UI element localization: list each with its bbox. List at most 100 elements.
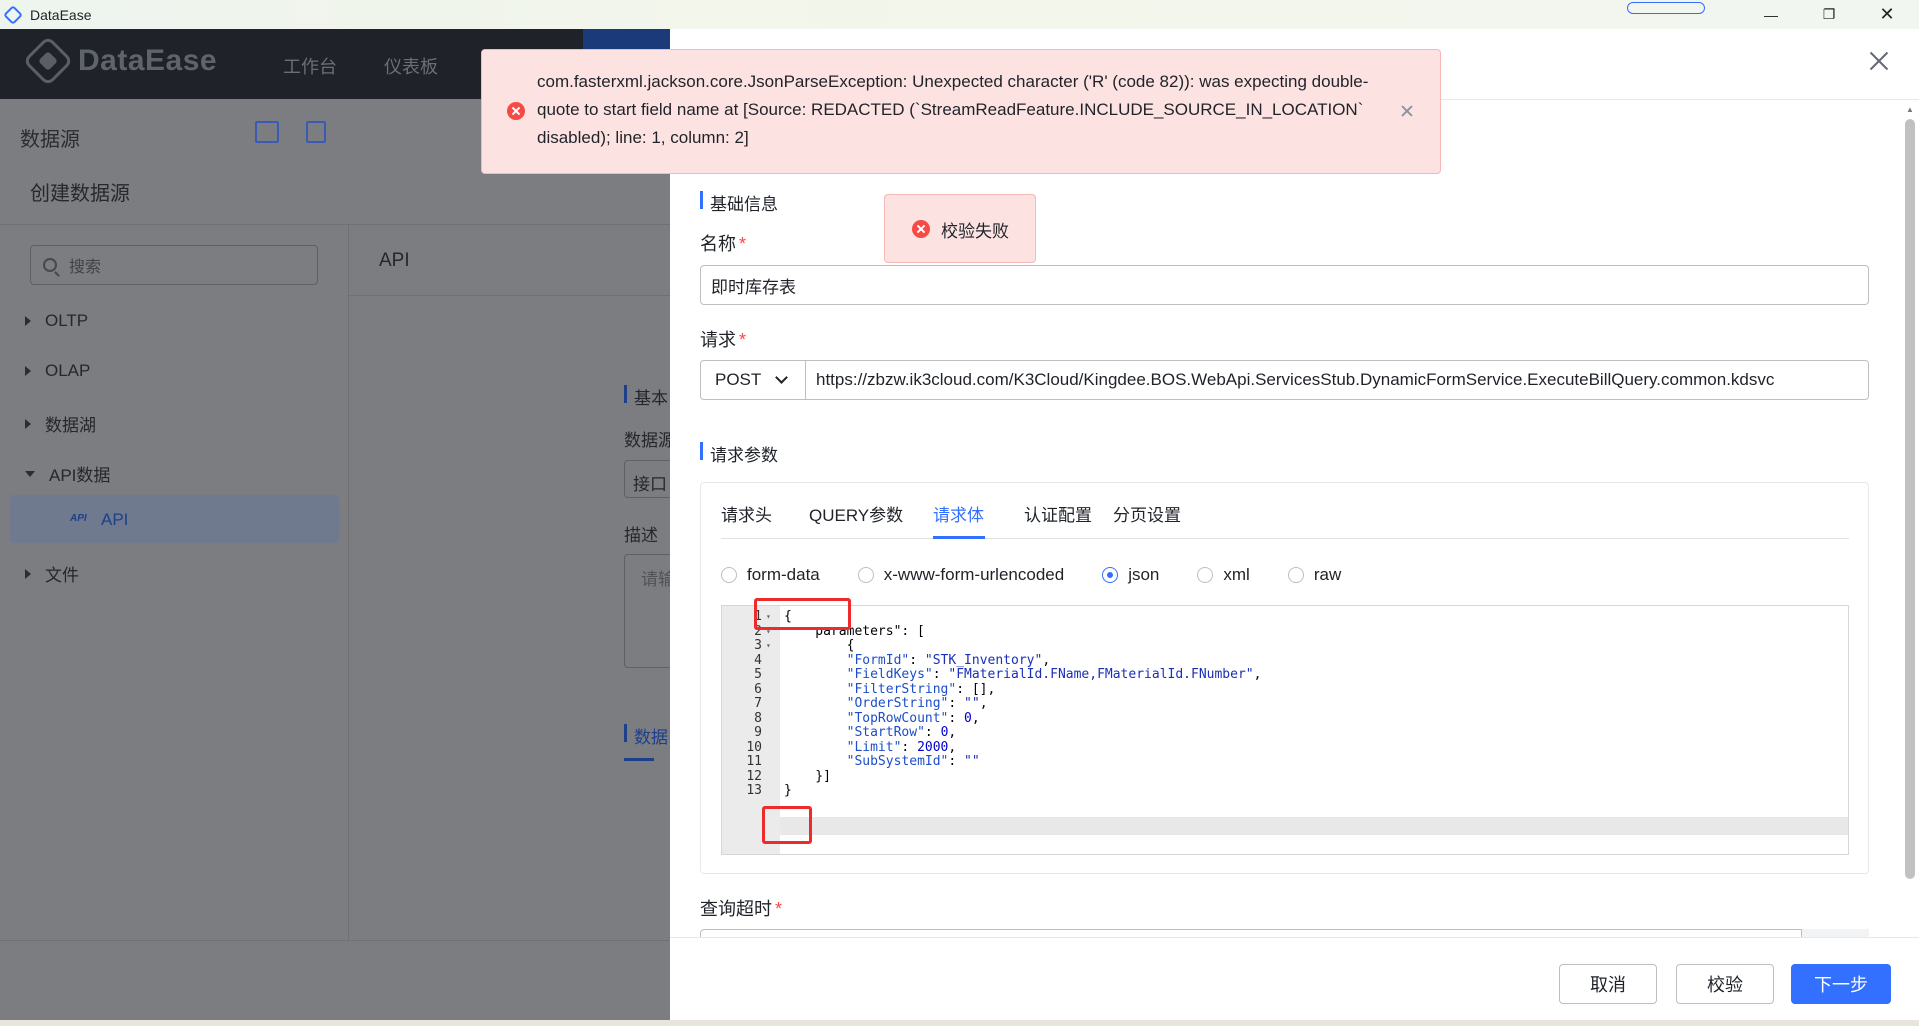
name-label: 名称 *: [700, 230, 746, 256]
drawer-close-icon[interactable]: [1867, 49, 1891, 73]
code-text: }: [784, 783, 792, 798]
radio-circle: [721, 567, 737, 583]
tab-request-header[interactable]: 请求头: [721, 501, 772, 526]
toast-close-icon[interactable]: [1400, 104, 1414, 118]
new-datasource-icon[interactable]: [306, 121, 326, 143]
radio-circle: [1287, 567, 1304, 583]
caret-down-icon: [25, 470, 35, 477]
annotation-box-line-13: [762, 806, 812, 844]
ime-indicator: [1627, 2, 1705, 14]
scrollbar[interactable]: [1905, 119, 1915, 879]
required-mark: *: [739, 330, 747, 350]
window-title: DataEase: [30, 6, 92, 23]
drawer-footer: 取消 校验 下一步: [670, 937, 1919, 1020]
url-value: https://zbzw.ik3cloud.com/K3Cloud/Kingde…: [816, 370, 1775, 389]
radio-json[interactable]: json: [1102, 565, 1159, 585]
nav-workbench[interactable]: 工作台: [283, 53, 337, 79]
method-value: POST: [715, 370, 762, 389]
name-input[interactable]: 即时库存表: [700, 265, 1869, 305]
cancel-button[interactable]: 取消: [1559, 964, 1657, 1004]
timeout-label-text: 查询超时: [700, 899, 772, 919]
tree-item-label: 数据湖: [45, 416, 96, 435]
bottom-strip: [0, 1020, 1919, 1026]
validate-button[interactable]: 校验: [1676, 964, 1774, 1004]
datasource-title: 数据源: [20, 129, 80, 151]
tree-item-label: API数据: [49, 466, 111, 485]
section-marker: [624, 724, 627, 742]
body-type-radio-group: form-data x-www-form-urlencoded json xml…: [721, 565, 1379, 585]
tab-auth-config[interactable]: 认证配置: [1024, 501, 1092, 526]
tab-request-body[interactable]: 请求体: [933, 501, 984, 526]
error-icon: [507, 102, 525, 120]
tree-item-api-label: API: [101, 510, 129, 529]
tab-pagination[interactable]: 分页设置: [1113, 501, 1181, 526]
scroll-up-icon[interactable]: ▲: [1905, 105, 1915, 115]
search-input[interactable]: 搜索: [30, 245, 318, 285]
error-message: com.fasterxml.jackson.core.JsonParseExce…: [537, 72, 1369, 147]
bg-datasource-label: 数据源: [624, 431, 675, 450]
app-icon: [3, 4, 23, 25]
bg-data-label: 数据: [634, 728, 668, 747]
tree-item-file[interactable]: 文件: [25, 561, 79, 586]
radio-form-data[interactable]: form-data: [721, 565, 820, 585]
tree-item-oltp[interactable]: OLTP: [25, 311, 88, 331]
section-request-params: 请求参数: [700, 441, 778, 466]
radio-circle: [1197, 567, 1214, 583]
search-icon: [43, 258, 57, 272]
bg-interface-value: 接口: [633, 475, 667, 494]
next-button[interactable]: 下一步: [1791, 964, 1891, 1004]
method-select[interactable]: POST: [700, 360, 806, 400]
tree-item-label: OLAP: [45, 361, 91, 380]
caret-right-icon: [25, 366, 31, 376]
create-api-drawer: ▲ 基础信息 名称 * 即时库存表 请求 * POST https://zbzw.i…: [670, 29, 1919, 1020]
validate-failed-toast: 校验失败: [884, 194, 1036, 263]
caret-right-icon: [25, 418, 31, 429]
tree-item-datalake[interactable]: 数据湖: [25, 411, 96, 436]
code-line: 13}: [722, 782, 1848, 800]
bg-description-label: 描述: [624, 526, 658, 545]
section-marker: [624, 385, 627, 403]
tree-item-api-selected[interactable]: [10, 495, 339, 543]
json-code-editor[interactable]: 1 ▾{2 ▾ parameters": [3 ▾ {4 "FormId": "STK…: [721, 605, 1849, 855]
active-line-highlight: [780, 817, 1848, 835]
radio-label: x-www-form-urlencoded: [883, 565, 1065, 584]
params-tabs: 请求头 QUERY参数 请求体 认证配置 分页设置: [721, 483, 1849, 539]
name-label-text: 名称: [700, 234, 736, 254]
bg-basic-label: 基本: [634, 389, 668, 408]
radio-label: raw: [1313, 565, 1342, 584]
name-value: 即时库存表: [711, 277, 796, 297]
logo-text: DataEase: [78, 44, 218, 77]
tree-item-api-data[interactable]: API数据: [25, 461, 110, 486]
url-input[interactable]: https://zbzw.ik3cloud.com/K3Cloud/Kingde…: [805, 360, 1869, 400]
validate-failed-message: 校验失败: [941, 222, 1009, 241]
close-icon[interactable]: ✕: [1858, 0, 1916, 29]
required-mark: *: [775, 899, 783, 919]
api-icon: API: [70, 513, 87, 524]
error-icon: [912, 220, 930, 238]
radio-xml[interactable]: xml: [1197, 565, 1250, 585]
new-folder-icon[interactable]: [255, 121, 279, 143]
radio-circle-checked: [1102, 567, 1119, 583]
window-title-bar: DataEase — ❐ ✕: [0, 0, 1919, 29]
section-basic-info: 基础信息: [700, 190, 778, 215]
content-title: API: [379, 250, 410, 271]
restore-icon[interactable]: ❐: [1800, 0, 1858, 29]
required-mark: *: [739, 234, 747, 254]
radio-label: xml: [1223, 565, 1250, 584]
nav-dashboard[interactable]: 仪表板: [384, 53, 438, 79]
logo[interactable]: DataEase: [22, 35, 218, 87]
radio-x-www-form-urlencoded[interactable]: x-www-form-urlencoded: [857, 565, 1065, 585]
radio-label: json: [1128, 565, 1160, 584]
minimize-icon[interactable]: —: [1742, 0, 1800, 29]
request-label: 请求 *: [700, 326, 746, 352]
logo-icon: [22, 35, 74, 87]
request-params-box: 请求头 QUERY参数 请求体 认证配置 分页设置 form-data x-ww…: [700, 482, 1869, 874]
request-label-text: 请求: [700, 330, 736, 350]
tree-item-olap[interactable]: OLAP: [25, 361, 90, 381]
dimmed-footer: [0, 940, 670, 1026]
radio-raw[interactable]: raw: [1287, 565, 1342, 585]
tab-underline: [624, 758, 654, 761]
radio-label: form-data: [747, 565, 820, 584]
tree-item-label: 文件: [45, 566, 79, 585]
tab-query-params[interactable]: QUERY参数: [809, 501, 903, 526]
